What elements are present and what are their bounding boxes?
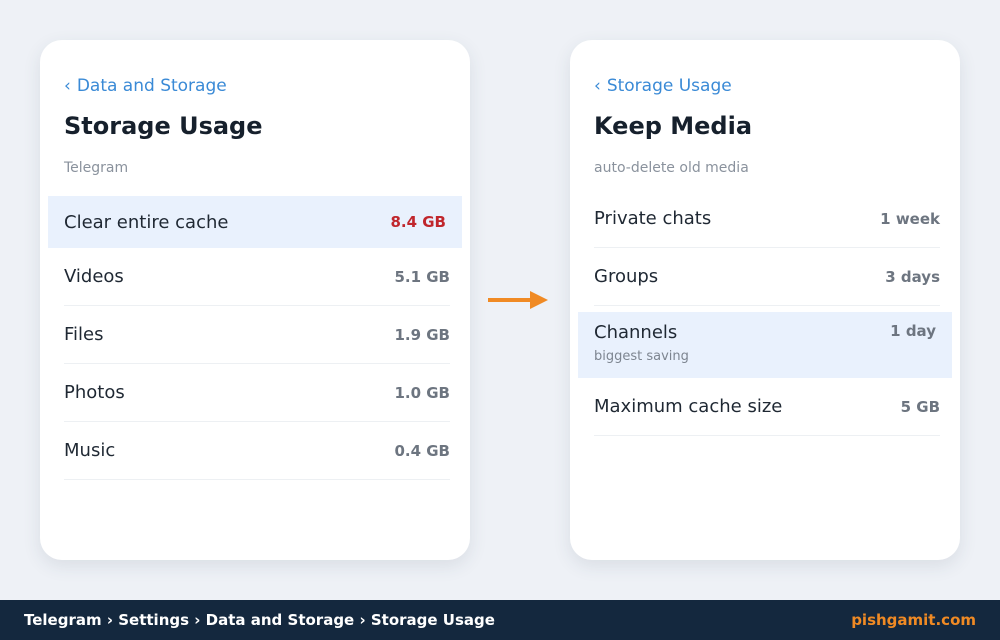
back-to-data-and-storage-link[interactable]: ‹ Data and Storage bbox=[64, 76, 227, 96]
page-title: Keep Media bbox=[594, 112, 753, 140]
row-value: 1.9 GB bbox=[394, 325, 450, 344]
brand-label: pishgamit.com bbox=[851, 611, 976, 629]
back-to-storage-usage-link[interactable]: ‹ Storage Usage bbox=[594, 76, 732, 96]
keep-media-row-channels[interactable]: Channels biggest saving 1 day bbox=[578, 312, 952, 378]
row-label: Videos bbox=[64, 266, 124, 287]
row-text: Channels biggest saving bbox=[594, 322, 689, 364]
row-value: 0.4 GB bbox=[394, 441, 450, 460]
row-label: Music bbox=[64, 440, 116, 461]
row-label: Photos bbox=[64, 382, 125, 403]
storage-row-videos[interactable]: Videos 5.1 GB bbox=[64, 248, 450, 306]
arrow-right-icon bbox=[488, 291, 548, 309]
row-value: 1 day bbox=[890, 322, 936, 340]
breadcrumb: Telegram › Settings › Data and Storage ›… bbox=[24, 611, 495, 629]
keep-media-row-private-chats[interactable]: Private chats 1 week bbox=[594, 190, 940, 248]
row-value: 3 days bbox=[885, 267, 940, 286]
chevron-left-icon: ‹ bbox=[64, 76, 71, 96]
row-value: 5 GB bbox=[900, 397, 940, 416]
row-value: 1 week bbox=[880, 209, 940, 228]
left-panel-content: ‹ Data and Storage Storage Usage Telegram… bbox=[40, 0, 470, 600]
row-label: Maximum cache size bbox=[594, 396, 783, 417]
back-link-label: Data and Storage bbox=[76, 76, 227, 96]
keep-media-row-max-cache-size[interactable]: Maximum cache size 5 GB bbox=[594, 378, 940, 436]
row-label: Channels bbox=[594, 322, 678, 343]
row-value: 5.1 GB bbox=[394, 267, 450, 286]
row-note: biggest saving bbox=[594, 349, 689, 364]
storage-row-music[interactable]: Music 0.4 GB bbox=[64, 422, 450, 480]
chevron-left-icon: ‹ bbox=[594, 76, 601, 96]
page-subtitle: Telegram bbox=[64, 160, 129, 176]
row-label: Private chats bbox=[594, 208, 712, 229]
row-value: 1.0 GB bbox=[394, 383, 450, 402]
row-value: 8.4 GB bbox=[390, 213, 446, 231]
row-label: Clear entire cache bbox=[64, 211, 229, 233]
page-subtitle: auto-delete old media bbox=[594, 160, 749, 176]
row-label: Files bbox=[64, 324, 104, 345]
back-link-label: Storage Usage bbox=[606, 76, 732, 96]
row-label: Groups bbox=[594, 266, 659, 287]
keep-media-row-groups[interactable]: Groups 3 days bbox=[594, 248, 940, 306]
page-title: Storage Usage bbox=[64, 112, 263, 140]
right-panel-content: ‹ Storage Usage Keep Media auto-delete ol… bbox=[570, 0, 960, 600]
storage-row-photos[interactable]: Photos 1.0 GB bbox=[64, 364, 450, 422]
footer-bar: Telegram › Settings › Data and Storage ›… bbox=[0, 600, 1000, 640]
storage-row-files[interactable]: Files 1.9 GB bbox=[64, 306, 450, 364]
clear-cache-row[interactable]: Clear entire cache 8.4 GB bbox=[48, 196, 462, 248]
